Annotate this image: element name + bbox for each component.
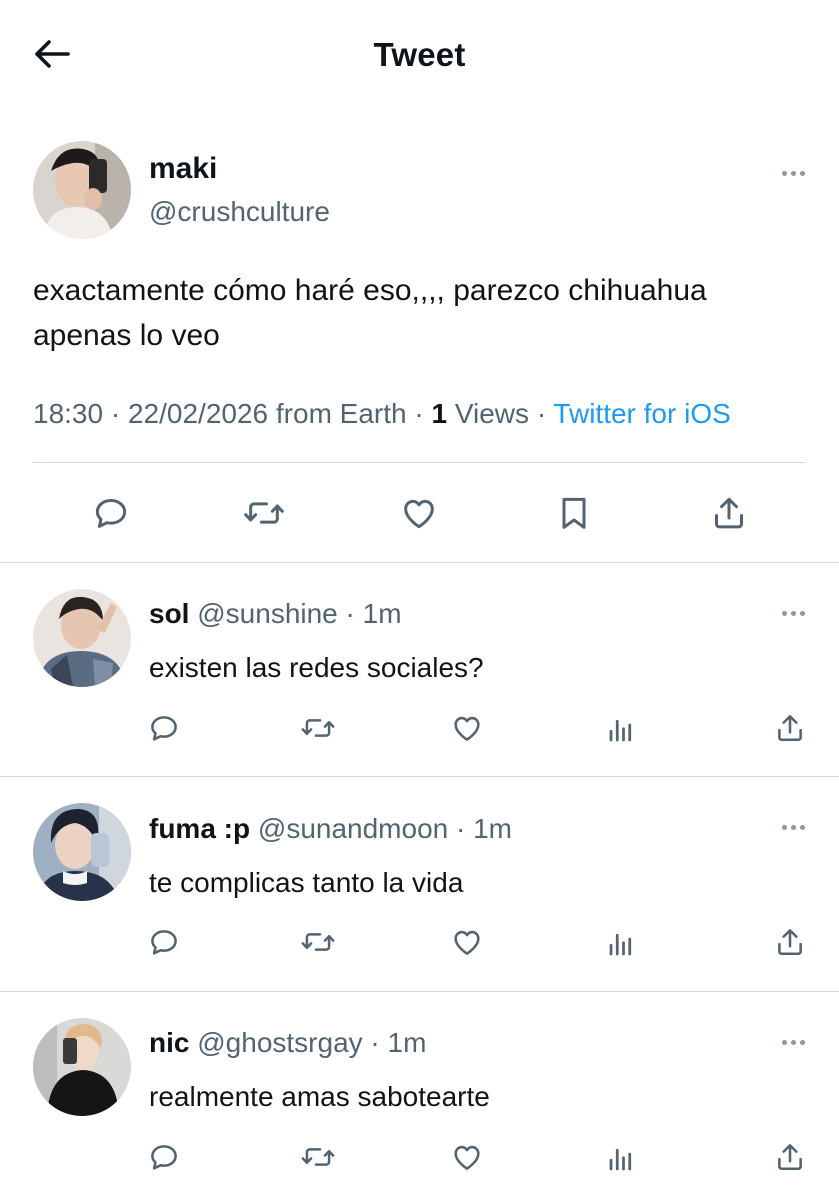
views-label: Views: [454, 398, 530, 429]
share-button[interactable]: [704, 488, 754, 538]
more-dot-icon: [781, 610, 787, 616]
divider: [0, 991, 839, 992]
retweet-icon: [301, 1148, 335, 1166]
meta-separator: ·: [370, 1027, 388, 1058]
tweet-source-link[interactable]: Twitter for iOS: [553, 398, 730, 429]
avatar[interactable]: [33, 141, 131, 239]
avatar[interactable]: [33, 589, 131, 687]
meta-separator: ·: [345, 598, 363, 629]
reply-header: nic @ghostsrgay · 1m: [149, 1027, 426, 1059]
share-icon: [778, 715, 802, 742]
reply-icon: [151, 1145, 177, 1170]
tweet-location: from Earth: [275, 398, 407, 429]
retweet-button[interactable]: [297, 708, 339, 748]
retweet-icon: [244, 502, 284, 524]
more-dot-icon: [799, 610, 805, 616]
meta-separator: ·: [110, 398, 128, 429]
reply-author-name[interactable]: sol: [149, 598, 189, 629]
page-title: Tweet: [373, 36, 466, 73]
meta-separator: ·: [414, 398, 432, 429]
share-button[interactable]: [770, 708, 810, 748]
meta-separator: ·: [456, 813, 474, 844]
reply-button[interactable]: [144, 1137, 184, 1177]
more-options-button[interactable]: [773, 163, 813, 183]
reply-time[interactable]: 1m: [363, 598, 402, 629]
reply-icon: [151, 716, 177, 741]
reply-icon: [95, 499, 127, 528]
avatar[interactable]: [33, 803, 131, 901]
avatar[interactable]: [33, 1018, 131, 1116]
more-dot-icon: [790, 1039, 796, 1045]
reply-author-handle[interactable]: @ghostsrgay: [197, 1027, 362, 1058]
like-button[interactable]: [447, 922, 487, 962]
retweet-button[interactable]: [297, 922, 339, 962]
divider: [33, 462, 806, 463]
tweet-text: exactamente cómo haré eso,,,, parezco ch…: [33, 274, 707, 352]
reply-author-name[interactable]: nic: [149, 1027, 189, 1058]
tweet-meta: 18:30 · 22/02/2026 from Earth · 1 Views …: [33, 398, 731, 430]
reply-text: existen las redes sociales?: [149, 652, 484, 683]
retweet-icon: [301, 933, 335, 951]
like-button[interactable]: [447, 708, 487, 748]
like-button[interactable]: [393, 488, 445, 538]
heart-icon: [454, 716, 480, 741]
heart-icon: [454, 930, 480, 955]
share-icon: [778, 929, 802, 956]
retweet-button[interactable]: [297, 1137, 339, 1177]
more-dot-icon: [799, 170, 805, 176]
bookmark-button[interactable]: [549, 488, 599, 538]
reply-header: sol @sunshine · 1m: [149, 598, 402, 630]
more-dot-icon: [799, 1039, 805, 1045]
more-dot-icon: [781, 1039, 787, 1045]
tweet-time: 18:30: [33, 398, 104, 429]
reply-author-handle[interactable]: @sunshine: [197, 598, 338, 629]
share-icon: [778, 1144, 802, 1171]
share-icon: [715, 497, 743, 529]
reply-time[interactable]: 1m: [473, 813, 512, 844]
share-button[interactable]: [770, 1137, 810, 1177]
author-name[interactable]: maki: [149, 152, 217, 186]
reply-button[interactable]: [86, 488, 136, 538]
views-count[interactable]: 1: [431, 398, 447, 429]
heart-icon: [454, 1145, 480, 1170]
tweet-date: 22/02/2026: [127, 398, 269, 429]
more-dot-icon: [790, 610, 796, 616]
share-button[interactable]: [770, 922, 810, 962]
retweet-icon: [301, 719, 335, 737]
more-dot-icon: [790, 170, 796, 176]
divider: [0, 776, 839, 777]
bookmark-icon: [562, 497, 586, 529]
like-button[interactable]: [447, 1137, 487, 1177]
reply-author-handle[interactable]: @sunandmoon: [258, 813, 448, 844]
retweet-button[interactable]: [239, 488, 289, 538]
more-options-button[interactable]: [773, 1032, 813, 1052]
views-icon: [609, 719, 632, 742]
more-dot-icon: [781, 170, 787, 176]
reply-button[interactable]: [144, 708, 184, 748]
views-icon: [609, 1148, 632, 1171]
views-icon: [609, 933, 632, 956]
views-button[interactable]: [601, 710, 641, 750]
more-options-button[interactable]: [773, 817, 813, 837]
reply-author-name[interactable]: fuma :p: [149, 813, 250, 844]
more-options-button[interactable]: [773, 603, 813, 623]
reply-icon: [151, 930, 177, 955]
top-bar: Tweet: [0, 0, 839, 110]
reply-header: fuma :p @sunandmoon · 1m: [149, 813, 512, 845]
divider: [0, 562, 839, 563]
reply-text: te complicas tanto la vida: [149, 867, 464, 898]
views-button[interactable]: [601, 1139, 641, 1179]
author-handle[interactable]: @crushculture: [149, 196, 330, 228]
reply-button[interactable]: [144, 922, 184, 962]
heart-icon: [404, 499, 434, 529]
more-dot-icon: [781, 824, 787, 830]
reply-time[interactable]: 1m: [388, 1027, 427, 1058]
more-dot-icon: [799, 824, 805, 830]
meta-separator: ·: [536, 398, 554, 429]
reply-text: realmente amas sabotearte: [149, 1081, 490, 1112]
more-dot-icon: [790, 824, 796, 830]
views-button[interactable]: [601, 924, 641, 964]
